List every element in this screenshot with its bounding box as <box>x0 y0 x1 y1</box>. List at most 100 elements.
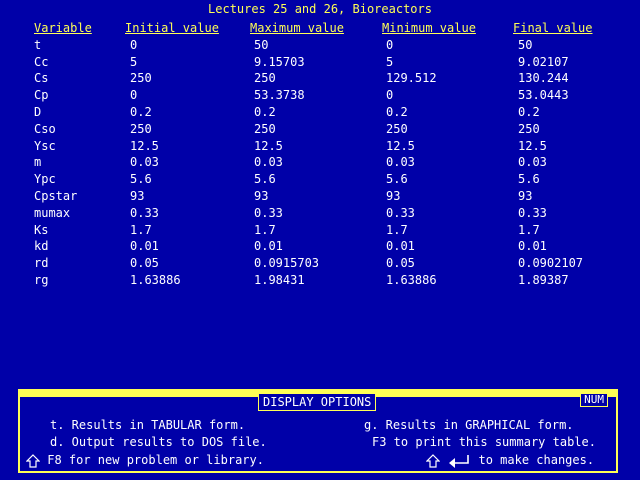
value-cell: 5.6 <box>386 172 408 187</box>
value-cell: 0.03 <box>254 155 283 170</box>
value-cell: 250 <box>254 71 276 86</box>
value-cell: 1.7 <box>518 222 540 237</box>
table-row: Cso 250 250 250 250 <box>0 121 640 138</box>
option-print[interactable]: F3 to print this summary table. <box>372 434 596 450</box>
enter-return-icon <box>449 454 470 468</box>
table-row: rg 1.63886 1.98431 1.63886 1.89387 <box>0 272 640 289</box>
table-row: rd 0.05 0.0915703 0.05 0.0902107 <box>0 255 640 272</box>
variable-name-cell: m <box>34 155 42 170</box>
value-cell: 1.63886 <box>130 272 181 287</box>
value-cell: 0.33 <box>386 205 415 220</box>
value-cell: 53.3738 <box>254 88 305 103</box>
table-row: Cs 250 250 129.512 130.244 <box>0 70 640 87</box>
header-maximum-value: Maximum value <box>250 21 344 35</box>
value-cell: 0.01 <box>254 239 283 254</box>
value-cell: 50 <box>254 37 269 52</box>
variable-name-cell: Ypc <box>34 172 56 187</box>
value-cell: 50 <box>518 37 533 52</box>
option-make-changes[interactable]: to make changes. <box>426 452 594 468</box>
value-cell: 0.03 <box>518 155 547 170</box>
header-final-value: Final value <box>513 21 593 35</box>
num-lock-badge: NUM <box>580 393 608 407</box>
value-cell: 1.7 <box>130 222 152 237</box>
value-cell: 12.5 <box>518 138 547 153</box>
value-cell: 5 <box>386 54 394 69</box>
value-cell: 0.03 <box>386 155 415 170</box>
option-tabular[interactable]: t. Results in TABULAR form. <box>50 417 245 433</box>
variable-name-cell: Cso <box>34 121 56 136</box>
header-minimum-value: Minimum value <box>382 21 476 35</box>
value-cell: 0.03 <box>130 155 159 170</box>
table-row: t 0 50 0 50 <box>0 37 640 54</box>
value-cell: 129.512 <box>386 71 437 86</box>
value-cell: 0.01 <box>130 239 159 254</box>
value-cell: 0 <box>386 37 394 52</box>
page-title: Lectures 25 and 26, Bioreactors <box>208 2 432 16</box>
table-header: Variable Initial value Maximum value Min… <box>0 20 640 37</box>
value-cell: 250 <box>518 121 540 136</box>
value-cell: 0.33 <box>518 205 547 220</box>
option-new-problem[interactable]: F8 for new problem or library. <box>26 452 264 468</box>
table-row: Ysc 12.5 12.5 12.5 12.5 <box>0 138 640 155</box>
variable-name-cell: Cc <box>34 54 49 69</box>
value-cell: 250 <box>130 71 152 86</box>
new-problem-label: F8 for new problem or library. <box>47 453 264 467</box>
variable-name-cell: rg <box>34 272 49 287</box>
value-cell: 0.2 <box>254 104 276 119</box>
table-row: D 0.2 0.2 0.2 0.2 <box>0 104 640 121</box>
variable-name-cell: kd <box>34 239 49 254</box>
table-row: mumax 0.33 0.33 0.33 0.33 <box>0 205 640 222</box>
value-cell: 0.33 <box>130 205 159 220</box>
table-body: t 0 50 0 50 Cc 5 9.15703 5 9.02107 Cs 250 250 129.512… <box>0 37 640 289</box>
value-cell: 93 <box>386 188 401 203</box>
table-row: kd 0.01 0.01 0.01 0.01 <box>0 238 640 255</box>
value-cell: 12.5 <box>254 138 283 153</box>
value-cell: 93 <box>518 188 533 203</box>
value-cell: 1.63886 <box>386 272 437 287</box>
variable-name-cell: Cpstar <box>34 188 78 203</box>
value-cell: 250 <box>386 121 408 136</box>
table-row: Cpstar 93 93 93 93 <box>0 188 640 205</box>
variable-name-cell: mumax <box>34 205 71 220</box>
value-cell: 0.0902107 <box>518 256 584 271</box>
value-cell: 0 <box>130 37 138 52</box>
display-options-panel: DISPLAY OPTIONS NUM t. Results in TABULA… <box>18 389 618 473</box>
value-cell: 1.89387 <box>518 272 569 287</box>
value-cell: 0 <box>130 88 138 103</box>
table-row: Cp 0 53.3738 0 53.0443 <box>0 87 640 104</box>
value-cell: 1.7 <box>254 222 276 237</box>
value-cell: 0.0915703 <box>254 256 320 271</box>
variable-name-cell: Cp <box>34 88 49 103</box>
value-cell: 0.33 <box>254 205 283 220</box>
value-cell: 0.05 <box>130 256 159 271</box>
option-graphical[interactable]: g. Results in GRAPHICAL form. <box>364 417 574 433</box>
option-dos-file[interactable]: d. Output results to DOS file. <box>50 434 267 450</box>
table-row: m 0.03 0.03 0.03 0.03 <box>0 154 640 171</box>
value-cell: 5 <box>130 54 138 69</box>
variable-name-cell: rd <box>34 256 49 271</box>
value-cell: 1.7 <box>386 222 408 237</box>
value-cell: 5.6 <box>130 172 152 187</box>
table-row: Cc 5 9.15703 5 9.02107 <box>0 54 640 71</box>
value-cell: 130.244 <box>518 71 569 86</box>
value-cell: 0.2 <box>518 104 540 119</box>
value-cell: 5.6 <box>254 172 276 187</box>
variable-name-cell: Cs <box>34 71 49 86</box>
value-cell: 12.5 <box>130 138 159 153</box>
table-row: Ypc 5.6 5.6 5.6 5.6 <box>0 171 640 188</box>
value-cell: 9.15703 <box>254 54 305 69</box>
value-cell: 0.05 <box>386 256 415 271</box>
variable-name-cell: Ks <box>34 222 49 237</box>
value-cell: 250 <box>254 121 276 136</box>
value-cell: 9.02107 <box>518 54 569 69</box>
value-cell: 250 <box>130 121 152 136</box>
header-initial-value: Initial value <box>125 21 219 35</box>
value-cell: 0.2 <box>130 104 152 119</box>
display-options-title: DISPLAY OPTIONS <box>258 393 377 411</box>
shift-up-arrow-icon <box>426 453 440 468</box>
header-variable: Variable <box>34 21 92 35</box>
value-cell: 0.2 <box>386 104 408 119</box>
table-row: Ks 1.7 1.7 1.7 1.7 <box>0 222 640 239</box>
make-changes-label: to make changes. <box>478 453 595 467</box>
value-cell: 53.0443 <box>518 88 569 103</box>
